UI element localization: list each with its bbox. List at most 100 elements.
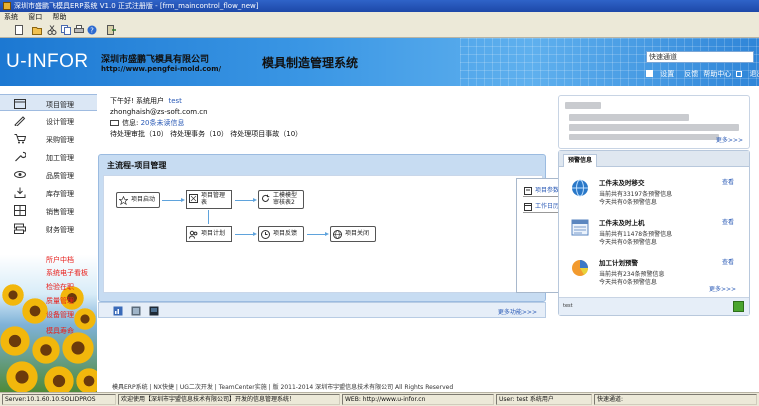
logout-icon — [736, 71, 743, 77]
sidebar-link-red-2[interactable]: 检验在职 — [46, 282, 74, 292]
settings-icon — [524, 187, 532, 195]
flow-node-launch[interactable]: 项目启动 — [116, 192, 160, 208]
alerts-tab-bar: 预警信息 — [559, 151, 749, 167]
sidebar-link-red-4[interactable]: 设备管理 — [46, 310, 74, 320]
eye-icon — [14, 169, 26, 180]
flow-node-review[interactable]: 工模模型审核表2 — [258, 190, 304, 209]
sidebar-item-label: 销售管理 — [46, 208, 74, 216]
new-icon[interactable] — [14, 25, 24, 35]
alerts-panel: 预警信息 工件未及时移交 当前共有33197条预警信息 今天共有0条预警信息 查… — [558, 150, 750, 316]
sidebar-link-red-3[interactable]: 质量管理 — [46, 296, 74, 306]
menu-window[interactable]: 窗口 — [28, 13, 42, 21]
window-title: 深圳市盛鹏飞模具ERP系统 V1.0 正式注册版 - [frm_maincont… — [14, 2, 259, 10]
status-user: User: test 系统用户 — [496, 394, 592, 405]
logout-link[interactable]: 退出 — [736, 70, 759, 78]
flow-node-plan[interactable]: 项目计划 — [186, 226, 232, 242]
view-button[interactable]: 查看 — [722, 217, 734, 226]
copy-icon[interactable] — [61, 25, 71, 35]
grid-icon — [14, 205, 26, 216]
view-button[interactable]: 查看 — [722, 257, 734, 266]
sidebar-link-red-1[interactable]: 系统电子看板 — [46, 268, 88, 278]
sidebar-link-red-5[interactable]: 模具寿命 — [46, 326, 74, 336]
flow-arrow — [307, 232, 329, 236]
help-icon[interactable]: ? — [87, 25, 97, 35]
globe-icon — [333, 230, 342, 239]
chart-icon[interactable] — [113, 306, 123, 316]
image-icon[interactable] — [131, 306, 141, 316]
sidebar-item-purchase[interactable]: 采购管理 — [0, 130, 97, 147]
process-panel: 主流程-项目管理 — [98, 154, 546, 302]
info-more-link[interactable]: 更多>>> — [716, 135, 743, 144]
sunflower-decoration — [74, 308, 96, 330]
menu-system[interactable]: 系统 — [4, 13, 18, 21]
status-bar: Server:10.1.60.10.SOLIDPROS 欢迎使用【深圳市宇盟信息… — [0, 392, 759, 406]
tab-alerts[interactable]: 预警信息 — [563, 154, 598, 167]
stack-icon — [14, 223, 26, 234]
alert-item: 工件未及时上机 当前共有11478条预警信息 今天共有0条预警信息 查看 — [559, 213, 749, 251]
menu-bar: 系统 窗口 帮助 — [0, 12, 759, 22]
alert-today: 今天共有0条预警信息 — [599, 239, 657, 246]
monitor-icon[interactable] — [149, 306, 159, 316]
sidebar-item-label: 财务管理 — [46, 226, 74, 234]
flow-arrow — [235, 198, 257, 202]
redacted-text — [569, 114, 689, 121]
quick-access-input[interactable]: 快速通道 — [646, 51, 754, 63]
flow-node-close[interactable]: 项目关闭 — [330, 226, 376, 242]
alerts-footer-text: test — [563, 303, 573, 309]
flow-node-feedback[interactable]: 项目反馈 — [258, 226, 304, 242]
sidebar-item-machining[interactable]: 加工管理 — [0, 148, 97, 165]
download-icon — [14, 187, 26, 198]
company-url: http://www.pengfei-mold.com/ — [101, 65, 222, 73]
flow-node-project-table[interactable]: 项目管理表 — [186, 190, 232, 209]
sunflower-decoration — [32, 336, 60, 364]
sunflower-decoration — [62, 332, 94, 364]
alert-today: 今天共有0条预警信息 — [599, 199, 657, 206]
sidebar-item-inventory[interactable]: 库存管理 — [0, 184, 97, 201]
system-title: 模具制造管理系统 — [262, 56, 359, 70]
menu-help[interactable]: 帮助 — [52, 13, 66, 21]
sunflower-decoration — [0, 326, 30, 356]
sunflower-decoration — [6, 361, 38, 392]
calendar-icon — [524, 203, 532, 211]
alerts-more-link[interactable]: 更多>>> — [709, 284, 736, 293]
redacted-text — [569, 124, 739, 131]
status-quick-access: 快速通道: — [594, 394, 757, 405]
alert-title: 工件未及时上机 — [599, 219, 645, 227]
sidebar-item-design[interactable]: 设计管理 — [0, 112, 97, 129]
sidebar-item-finance[interactable]: 财务管理 — [0, 220, 97, 237]
sidebar-link-red-0[interactable]: 所户中档 — [46, 255, 74, 265]
print-icon[interactable] — [74, 25, 84, 35]
more-functions-link[interactable]: 更多功能>>> — [498, 307, 537, 316]
status-web: WEB: http://www.u-infor.cn — [342, 394, 494, 405]
confirm-icon[interactable] — [733, 301, 744, 312]
redacted-text — [565, 102, 601, 109]
unread-messages-link[interactable]: 20条未读信息 — [141, 119, 185, 127]
message-label: 信息: — [122, 119, 139, 127]
copyright-footer: 模具ERP系统 | NX快捷 | UG二次开发 | TeamCenter实施 |… — [112, 384, 454, 391]
user-name: test — [168, 97, 182, 105]
exit-icon[interactable] — [106, 25, 116, 35]
users-icon — [189, 230, 198, 239]
feedback-link[interactable]: 反馈 — [684, 70, 698, 78]
alert-today: 今天共有0条预警信息 — [599, 279, 657, 286]
clock-icon — [261, 230, 270, 239]
cut-icon[interactable] — [47, 25, 57, 35]
help-center-link[interactable]: 帮助中心 — [703, 70, 731, 78]
open-folder-icon[interactable] — [32, 25, 42, 35]
window-title-bar: 深圳市盛鹏飞模具ERP系统 V1.0 正式注册版 - [frm_maincont… — [0, 0, 759, 12]
sidebar-item-project[interactable]: 项目管理 — [0, 94, 97, 111]
window-icon — [571, 219, 589, 237]
view-button[interactable]: 查看 — [722, 177, 734, 186]
sidebar-item-quality[interactable]: 品质管理 — [0, 166, 97, 183]
info-panel: 更多>>> — [558, 95, 750, 149]
settings-link[interactable]: 设置 — [646, 70, 679, 78]
sidebar-item-label: 采购管理 — [46, 136, 74, 144]
sidebar-item-sales[interactable]: 销售管理 — [0, 202, 97, 219]
pending-items[interactable]: 待处理审批（10） 待处理事务（10） 待处理项目事故（10） — [110, 129, 302, 140]
sidebar-item-label: 加工管理 — [46, 154, 74, 162]
sunflower-decoration — [2, 284, 24, 306]
redacted-text — [569, 134, 719, 140]
status-server: Server:10.1.60.10.SOLIDPROS — [2, 394, 116, 405]
alerts-footer: test — [559, 297, 749, 315]
mail-icon — [110, 120, 119, 126]
